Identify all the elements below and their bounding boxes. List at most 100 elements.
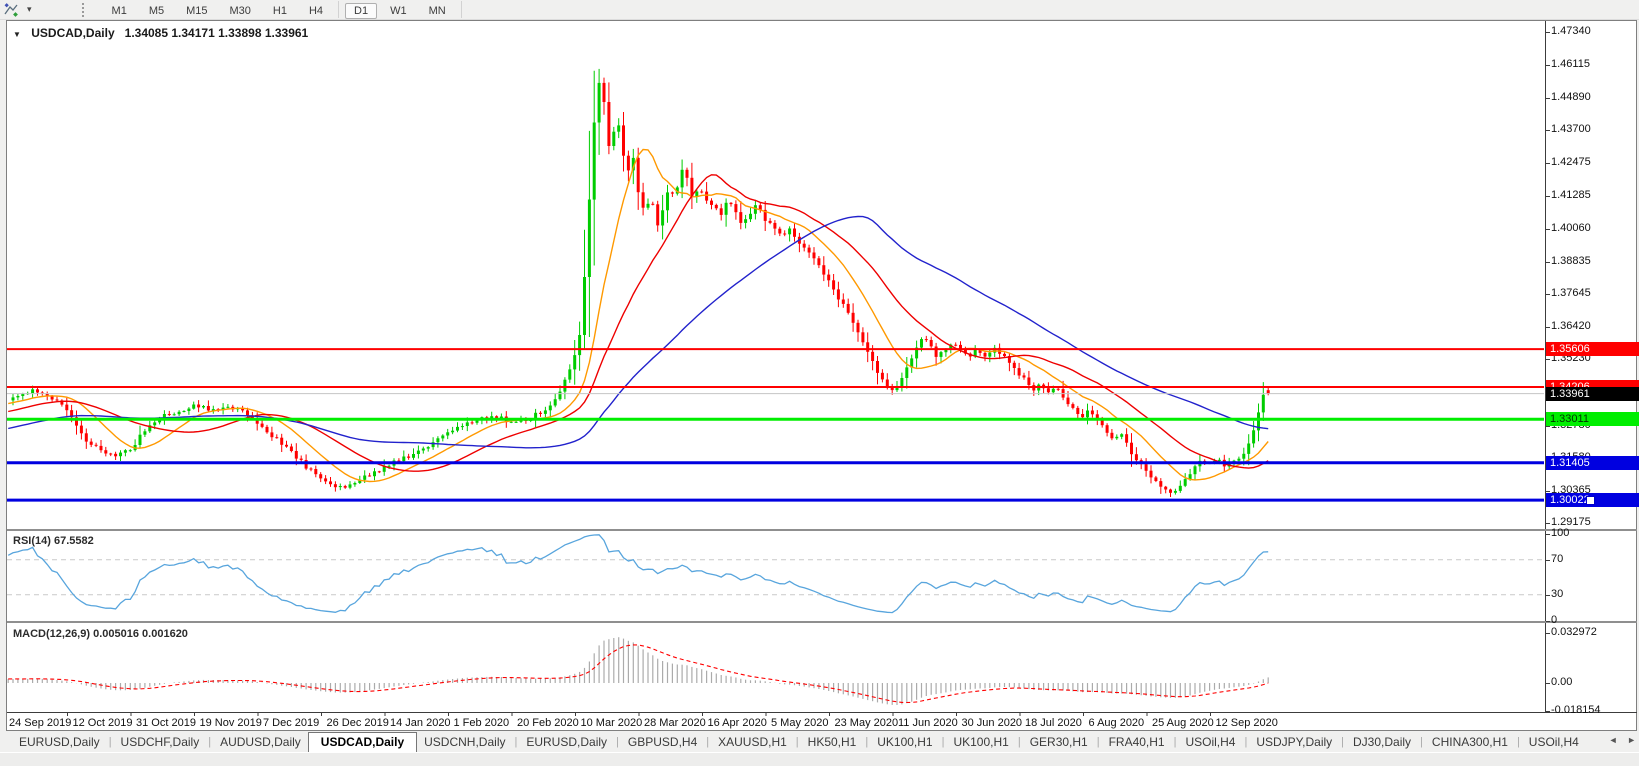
macd-main-value: 0.005016: [93, 628, 139, 640]
panel-separator-rsi[interactable]: [7, 529, 1637, 531]
timeframe-button-D1[interactable]: D1: [345, 2, 378, 19]
date-label: 7 Dec 2019: [263, 717, 320, 729]
price-tick-label: 1.43700: [1551, 123, 1591, 135]
toolbar-grip[interactable]: [81, 2, 87, 17]
axis-tick: [1546, 262, 1550, 263]
timeframe-button-W1[interactable]: W1: [381, 3, 416, 19]
date-label: 10 Mar 2020: [580, 717, 643, 729]
axis-tick: [1546, 683, 1550, 684]
tab-scroll-arrows: ◄ ►: [1602, 735, 1636, 745]
macd-name: MACD(12,26,9): [13, 628, 91, 640]
price-tick-label: 1.38835: [1551, 255, 1591, 267]
chart-tabs: EURUSD,Daily | USDCHF,Daily | AUDUSD,Daily US…: [12, 731, 1586, 752]
rsi-axis-label: 30: [1551, 588, 1564, 600]
date-label: 12 Oct 2019: [72, 717, 133, 729]
chart-tab-EURUSD-Daily[interactable]: EURUSD,Daily: [12, 733, 107, 751]
panel-separator-macd[interactable]: [7, 621, 1637, 623]
chart-tab-FRA40-H1[interactable]: FRA40,H1: [1102, 733, 1172, 751]
timeframe-button-M15[interactable]: M15: [177, 3, 216, 19]
macd-axis-label: 0.032972: [1551, 626, 1597, 638]
axis-tick: [1546, 359, 1550, 360]
tab-scroll-left-icon[interactable]: ◄: [1609, 735, 1618, 745]
chevron-down-icon[interactable]: ▾: [27, 4, 32, 15]
tab-separator: |: [616, 735, 619, 748]
tab-separator: |: [108, 735, 112, 748]
chart-tab-CHINA300-H1[interactable]: CHINA300,H1: [1425, 733, 1515, 751]
price-axis-line: [1545, 21, 1546, 713]
axis-tick: [1546, 98, 1550, 99]
price-tick-label: 1.44890: [1551, 91, 1591, 103]
axis-tick: [1546, 595, 1550, 596]
chart-tab-USOil-H4[interactable]: USOil,H4: [1522, 733, 1586, 751]
axis-tick: [1546, 633, 1550, 634]
date-label: 26 Dec 2019: [326, 717, 389, 729]
chart-tab-UK100-H1[interactable]: UK100,H1: [870, 733, 939, 751]
price-tick-label: 1.36420: [1551, 320, 1591, 332]
axis-tick: [1546, 560, 1550, 561]
axis-tick: [1546, 163, 1550, 164]
chart-tab-USDCHF-Daily[interactable]: USDCHF,Daily: [114, 733, 207, 751]
title-low: 1.33898: [218, 26, 262, 40]
collapse-triangle-icon[interactable]: ▼: [13, 30, 21, 39]
axis-tick: [1546, 294, 1550, 295]
price-badge: 1.31405: [1546, 456, 1639, 470]
price-tick-label: 1.37645: [1551, 287, 1591, 299]
date-axis-border: [7, 712, 1637, 713]
chart-tab-UK100-H1[interactable]: UK100,H1: [946, 733, 1015, 751]
price-tick-label: 1.40060: [1551, 222, 1591, 234]
chart-tab-USDCNH-Daily[interactable]: USDCNH,Daily: [417, 733, 512, 751]
chart-tab-XAUUSD-H1[interactable]: XAUUSD,H1: [711, 733, 794, 751]
chart-tab-EURUSD-Daily[interactable]: EURUSD,Daily: [519, 733, 614, 751]
tab-separator: |: [706, 735, 710, 748]
tab-separator: |: [1173, 735, 1177, 748]
chart-tab-USDJPY-Daily[interactable]: USDJPY,Daily: [1249, 733, 1339, 751]
rsi-value: 67.5582: [53, 535, 94, 547]
tab-separator: |: [1341, 735, 1345, 748]
price-tick-label: 1.42475: [1551, 156, 1591, 168]
date-label: 1 Feb 2020: [453, 717, 510, 729]
date-label: 6 Aug 2020: [1088, 717, 1145, 729]
date-label: 31 Oct 2019: [136, 717, 196, 729]
macd-axis-label: -0.018154: [1551, 704, 1601, 716]
axis-tick: [1546, 327, 1550, 328]
horizontal-lines[interactable]: [7, 348, 1544, 502]
chart-tab-USDCAD-Daily[interactable]: USDCAD,Daily: [307, 731, 418, 752]
axis-tick: [1546, 196, 1550, 197]
chart-plot-area[interactable]: [7, 21, 1545, 730]
date-label: 5 May 2020: [771, 717, 829, 729]
macd-axis-label: 0.00: [1551, 676, 1573, 688]
tab-separator: |: [1244, 735, 1248, 748]
price-badge: 1.33011: [1546, 412, 1639, 426]
chart-tab-HK50-H1[interactable]: HK50,H1: [801, 733, 864, 751]
rsi-panel: [7, 534, 1544, 614]
chart-tab-GER30-H1[interactable]: GER30,H1: [1023, 733, 1095, 751]
axis-tick: [1546, 426, 1550, 427]
tab-separator: |: [865, 735, 869, 748]
hline-selection-marker[interactable]: [1586, 496, 1595, 505]
chart-title: ▼ USDCAD,Daily 1.34085 1.34171 1.33898 1…: [13, 26, 308, 40]
tab-separator: |: [1420, 735, 1423, 748]
date-label: 28 Mar 2020: [644, 717, 706, 729]
toolbar: ▾ M1 M5 M15 M30 H1 H4 D1 W1 MN: [0, 0, 1639, 20]
tab-separator: |: [795, 735, 799, 748]
timeframe-button-M1[interactable]: M1: [103, 3, 136, 19]
title-high: 1.34171: [171, 26, 215, 40]
timeframe-button-M30[interactable]: M30: [221, 3, 260, 19]
chart-tab-GBPUSD-H4[interactable]: GBPUSD,H4: [621, 733, 704, 751]
chart-cursor-icon[interactable]: [3, 2, 21, 18]
timeframe-button-M5[interactable]: M5: [140, 3, 173, 19]
rsi-name: RSI(14): [13, 535, 51, 547]
axis-tick: [1546, 491, 1550, 492]
price-badge: 1.35606: [1546, 342, 1639, 356]
axis-tick: [1546, 523, 1550, 524]
timeframe-button-H4[interactable]: H4: [300, 3, 332, 19]
timeframe-button-H1[interactable]: H1: [264, 3, 296, 19]
tab-scroll-right-icon[interactable]: ►: [1627, 735, 1636, 745]
tab-separator: |: [1017, 735, 1021, 748]
rsi-axis-label: 70: [1551, 553, 1564, 565]
chart-tab-DJ30-Daily[interactable]: DJ30,Daily: [1346, 733, 1418, 751]
axis-tick: [1546, 65, 1550, 66]
timeframe-button-MN[interactable]: MN: [420, 3, 455, 19]
chart-tab-USOil-H4[interactable]: USOil,H4: [1178, 733, 1242, 751]
chart-tab-AUDUSD-Daily[interactable]: AUDUSD,Daily: [213, 733, 308, 751]
